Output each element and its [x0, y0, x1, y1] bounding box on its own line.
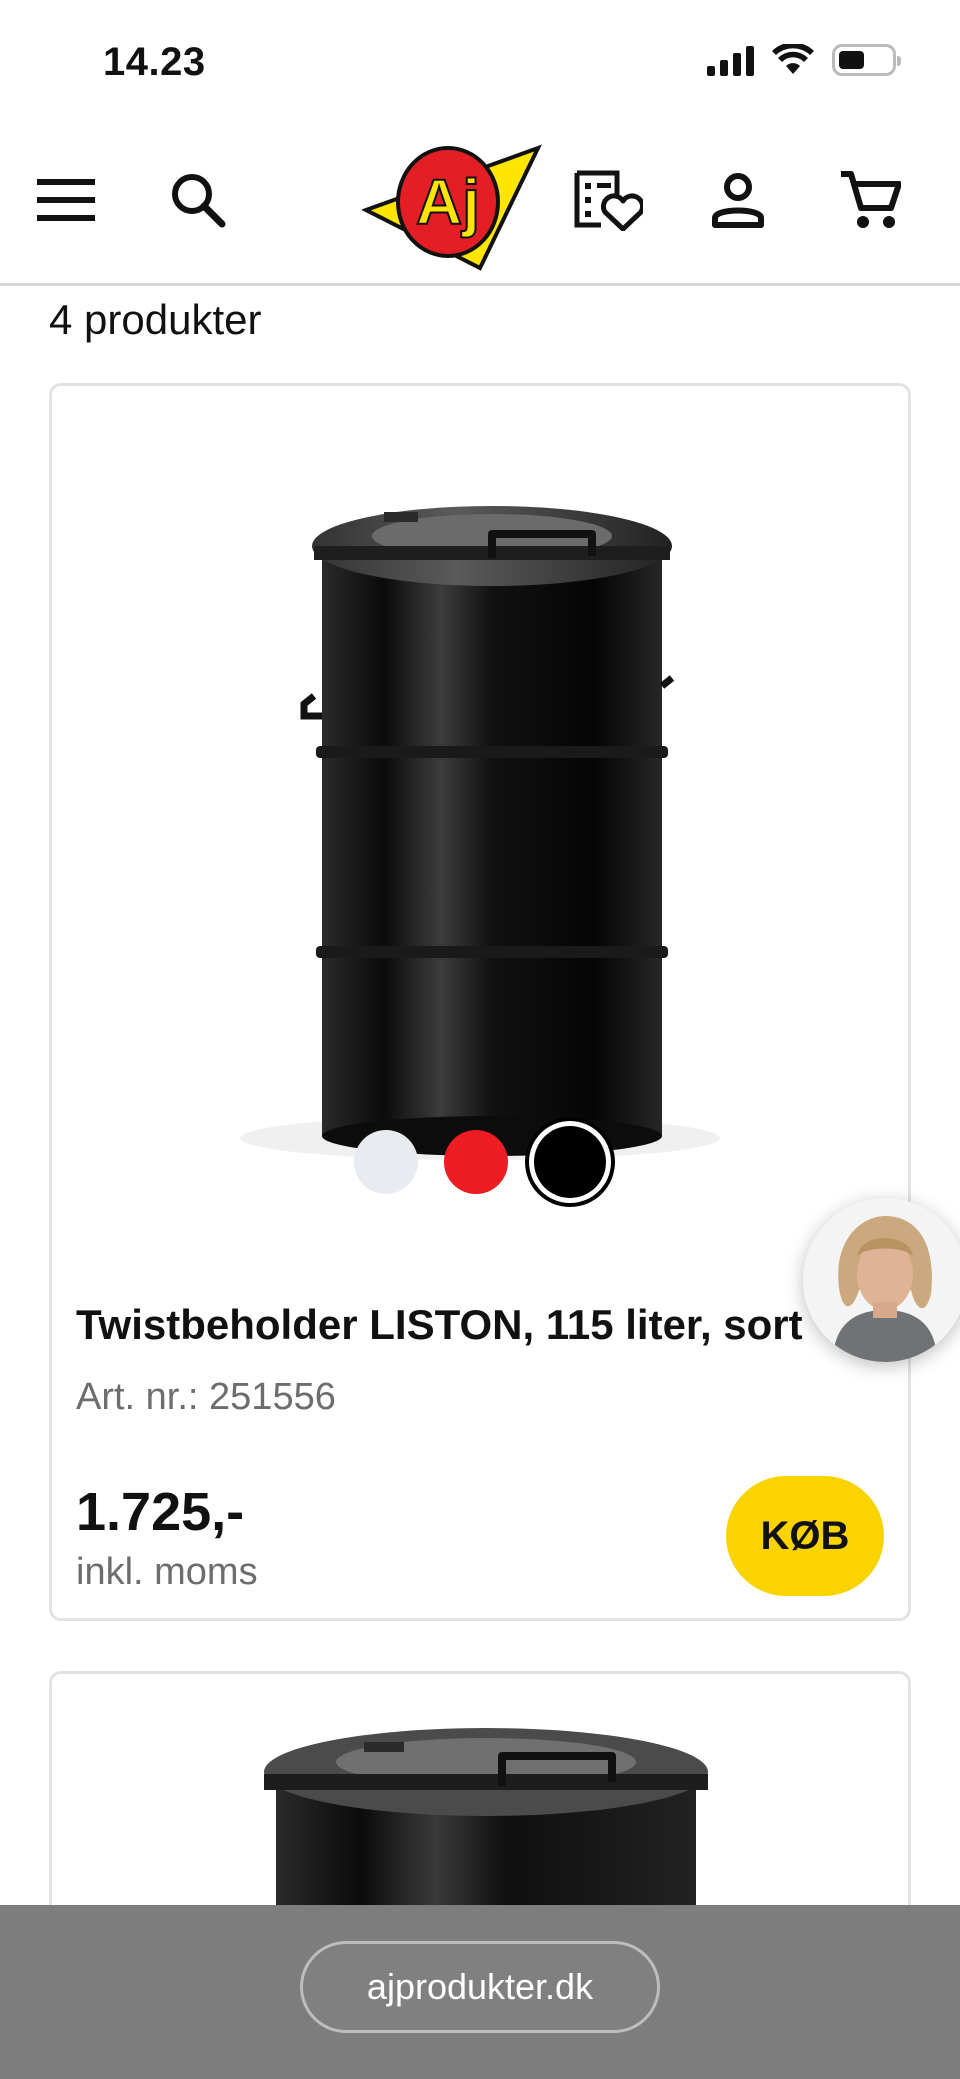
product-card[interactable]: Twistbeholder LISTON, 115 liter, sort Ar… — [49, 383, 911, 1621]
browser-bottom-bar: ajprodukter.dk — [0, 1905, 960, 2079]
user-icon — [712, 173, 764, 228]
customer-service-chat-avatar[interactable] — [803, 1198, 960, 1362]
product-price: 1.725,- — [76, 1482, 245, 1542]
hamburger-menu-icon — [37, 179, 95, 221]
product-title[interactable]: Twistbeholder LISTON, 115 liter, sort — [76, 1301, 908, 1349]
buy-button[interactable]: KØB — [726, 1476, 884, 1596]
status-icons — [707, 44, 901, 76]
product-count: 4 produkter — [49, 296, 262, 343]
account-button[interactable] — [698, 160, 778, 240]
article-number: Art. nr.: 251556 — [76, 1376, 336, 1418]
menu-button[interactable] — [26, 160, 106, 240]
support-agent-portrait — [803, 1198, 960, 1362]
cart-icon — [841, 171, 901, 228]
swatch-black-selected[interactable] — [534, 1126, 606, 1198]
wishlist-heart-icon — [574, 170, 643, 231]
status-bar: 14.23 — [0, 0, 960, 120]
wishlist-button[interactable] — [568, 160, 648, 240]
search-icon — [172, 174, 226, 228]
wifi-icon — [772, 44, 814, 74]
aj-logo-mark: Aj — [360, 144, 542, 271]
vat-note: inkl. moms — [76, 1551, 258, 1593]
product-image[interactable] — [52, 386, 908, 1206]
logo-lettering: Aj — [416, 166, 480, 238]
aj-logo[interactable]: Aj — [360, 132, 542, 272]
cellular-signal-icon — [707, 44, 754, 76]
swatch-white[interactable] — [354, 1130, 418, 1194]
swatch-red[interactable] — [444, 1130, 508, 1194]
cart-button[interactable] — [830, 160, 910, 240]
search-button[interactable] — [158, 160, 238, 240]
url-bar[interactable]: ajprodukter.dk — [300, 1941, 660, 2033]
battery-icon — [832, 44, 901, 76]
status-time: 14.23 — [103, 40, 206, 84]
site-header: Aj — [0, 120, 960, 286]
color-swatches — [52, 1126, 908, 1198]
